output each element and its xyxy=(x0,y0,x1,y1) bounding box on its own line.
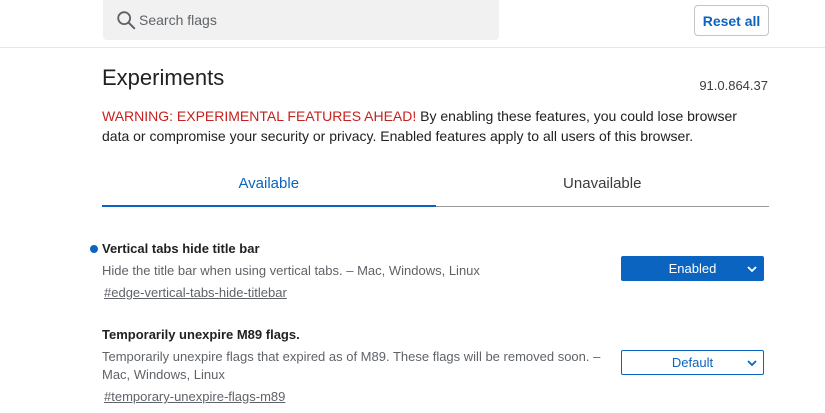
flag-state-select[interactable]: Enabled xyxy=(621,256,764,281)
search-icon xyxy=(117,11,136,30)
top-bar: Reset all xyxy=(0,0,825,48)
tab-bar: Available Unavailable xyxy=(102,164,769,207)
reset-all-button[interactable]: Reset all xyxy=(694,5,769,36)
flag-permalink[interactable]: #edge-vertical-tabs-hide-titlebar xyxy=(104,284,287,302)
search-box[interactable] xyxy=(103,0,499,40)
warning-heading: WARNING: EXPERIMENTAL FEATURES AHEAD! xyxy=(102,108,417,124)
search-input[interactable] xyxy=(139,8,489,32)
flag-description: Temporarily unexpire flags that expired … xyxy=(102,349,601,382)
tab-available[interactable]: Available xyxy=(102,164,436,207)
flag-name: Temporarily unexpire M89 flags. xyxy=(102,327,300,342)
page-title: Experiments xyxy=(102,65,225,90)
modified-indicator-dot xyxy=(90,245,98,253)
flag-state-select[interactable]: Default xyxy=(621,350,764,375)
tab-unavailable[interactable]: Unavailable xyxy=(436,164,770,206)
select-value: Default xyxy=(671,355,714,370)
warning-message: WARNING: EXPERIMENTAL FEATURES AHEAD! By… xyxy=(102,106,762,146)
flag-description: Hide the title bar when using vertical t… xyxy=(102,263,480,278)
chevron-down-icon xyxy=(747,266,757,273)
select-value: Enabled xyxy=(668,261,717,276)
chevron-down-icon xyxy=(747,360,757,367)
flag-permalink[interactable]: #temporary-unexpire-flags-m89 xyxy=(104,388,285,406)
flag-name: Vertical tabs hide title bar xyxy=(102,241,260,256)
version-label: 91.0.864.37 xyxy=(699,78,768,93)
